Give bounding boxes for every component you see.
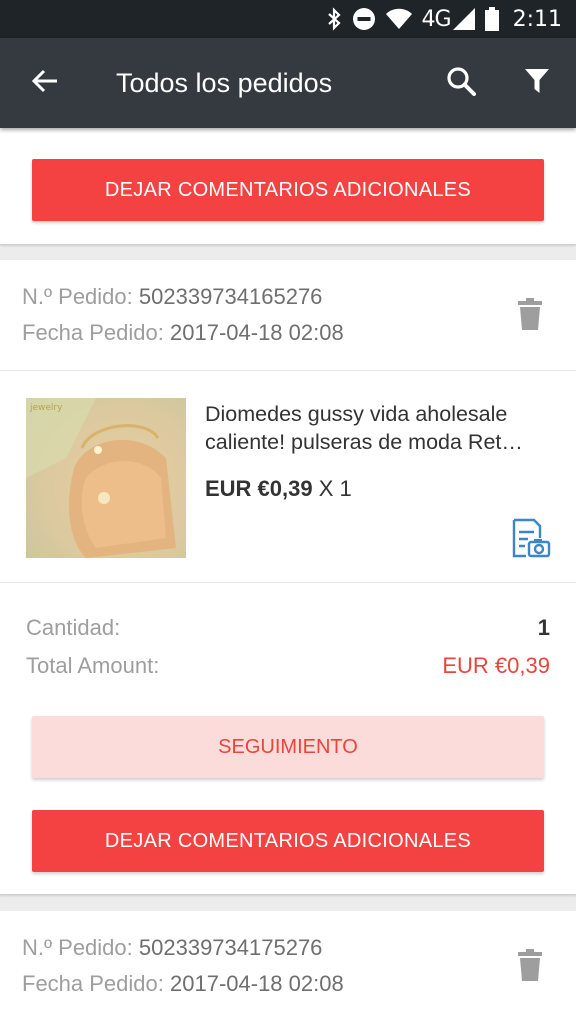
order-date-value: 2017-04-18 02:08 (170, 971, 344, 996)
trash-icon (518, 949, 542, 985)
status-bar: 4G 2:11 (0, 0, 576, 38)
clock: 2:11 (512, 6, 562, 32)
product-unit-price: EUR €0,39 (205, 476, 313, 501)
wifi-icon (385, 8, 412, 30)
do-not-disturb-icon (352, 7, 376, 31)
bluetooth-icon (326, 7, 342, 31)
order-date-label: Fecha Pedido: (22, 320, 164, 345)
svg-text:jewelry: jewelry (29, 403, 63, 413)
order-card: N.º Pedido: 502339734165276 Fecha Pedido… (0, 260, 576, 895)
divider (0, 582, 576, 583)
quantity-label: Cantidad: (26, 615, 121, 640)
order-date: Fecha Pedido: 2017-04-18 02:08 (22, 971, 344, 997)
trash-icon (518, 298, 542, 334)
search-icon (446, 66, 476, 100)
network-type-label: 4G (421, 6, 452, 32)
divider (0, 370, 576, 371)
order-number-value: 502339734165276 (138, 284, 323, 309)
order-number-label: N.º Pedido: (22, 935, 133, 960)
search-button[interactable] (438, 60, 484, 106)
order-card-previous: DEJAR COMENTARIOS ADICIONALES (0, 128, 576, 245)
battery-icon (484, 7, 499, 31)
product-title-line: Diomedes gussy vida aholesale (205, 402, 508, 426)
leave-feedback-button[interactable]: DEJAR COMENTARIOS ADICIONALES (32, 159, 544, 221)
signal-icon (452, 8, 475, 30)
product-title-line: caliente! pulseras de moda Ret… (205, 430, 523, 454)
page-title: Todos los pedidos (116, 68, 333, 98)
order-number: N.º Pedido: 502339734175276 (22, 935, 322, 961)
order-card: N.º Pedido: 502339734175276 Fecha Pedido… (0, 911, 576, 1024)
order-date-value: 2017-04-18 02:08 (170, 320, 344, 345)
photo-receipt-button[interactable] (510, 518, 552, 560)
delete-order-button[interactable] (512, 947, 548, 987)
product-quantity: X 1 (318, 476, 352, 501)
product-image[interactable]: jewelry (26, 398, 186, 558)
order-number-label: N.º Pedido: (22, 284, 133, 309)
product-price: EUR €0,39 X 1 (205, 476, 352, 502)
product-title[interactable]: Diomedes gussy vida aholesale caliente! … (205, 400, 555, 456)
back-button[interactable] (22, 60, 68, 106)
order-date-label: Fecha Pedido: (22, 971, 164, 996)
order-number-value: 502339734175276 (138, 935, 323, 960)
leave-feedback-button[interactable]: DEJAR COMENTARIOS ADICIONALES (32, 810, 544, 872)
delete-order-button[interactable] (512, 296, 548, 336)
filter-button[interactable] (514, 60, 560, 106)
total-amount-value: EUR €0,39 (442, 653, 550, 678)
receipt-camera-icon (510, 518, 552, 564)
order-number: N.º Pedido: 502339734165276 (22, 284, 322, 310)
total-amount-label: Total Amount: (26, 653, 160, 678)
order-date: Fecha Pedido: 2017-04-18 02:08 (22, 320, 344, 346)
toolbar: Todos los pedidos (0, 38, 576, 128)
status-icons: 4G 2:11 (326, 0, 562, 38)
tracking-button[interactable]: SEGUIMIENTO (32, 716, 544, 778)
filter-icon (524, 67, 550, 99)
quantity-value: 1 (537, 615, 550, 640)
back-arrow-icon (31, 67, 59, 99)
